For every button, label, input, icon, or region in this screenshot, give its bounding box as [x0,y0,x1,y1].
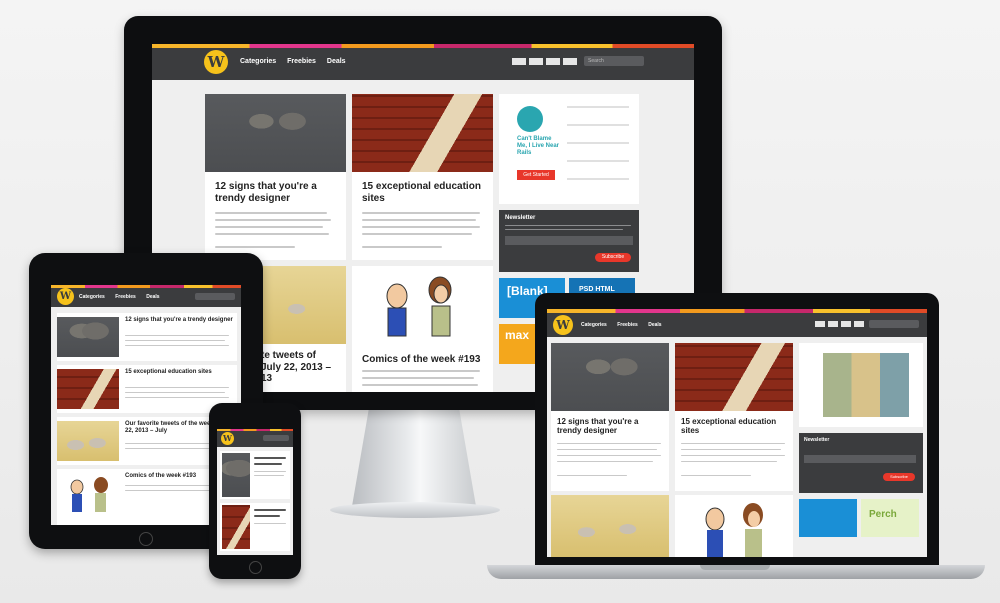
list-item[interactable] [220,503,290,551]
laptop: W Categories Freebies Deals 12 signs tha… [535,293,939,569]
article-card[interactable]: 15 exceptional education sites [675,343,793,491]
newsletter-box: Newsletter Subscribe [499,210,639,272]
article-thumbnail[interactable] [205,94,346,172]
ad-text: Can't Blame Me, I Live Near Rails [517,136,560,157]
perch-ad[interactable]: Perch [861,499,919,537]
nav-item-deals[interactable]: Deals [327,58,346,65]
article-card[interactable] [551,495,669,557]
article-title[interactable]: 15 exceptional education sites [362,181,486,204]
smartphone: W [209,403,301,579]
comic-illustration [705,503,763,557]
site-header: W Categories Freebies Deals [51,285,241,307]
newsletter-subscribe-button[interactable]: Subscribe [595,253,631,262]
article-card[interactable]: 12 signs that you're a trendy designer [551,343,669,491]
newsletter-subscribe-button[interactable]: Subscribe [883,473,915,481]
article-thumbnail[interactable] [352,94,493,172]
search-input[interactable] [195,293,235,300]
list-item[interactable] [220,451,290,499]
newsletter-email-input[interactable] [505,236,633,245]
sidebar: Newsletter Subscribe Perch [799,343,923,557]
newsletter-box: Newsletter Subscribe [799,433,923,493]
newsletter-title: Newsletter [505,215,536,221]
nav-item-deals[interactable]: Deals [146,294,159,300]
site-logo[interactable]: W [204,50,228,74]
nav-item-freebies[interactable]: Freebies [115,294,136,300]
site-header: W Categories Freebies Deals [547,309,927,337]
main-nav: Categories Freebies Deals [79,294,169,300]
article-card[interactable] [675,495,793,557]
list-item[interactable]: 15 exceptional education sites [57,365,237,413]
nav-item-categories[interactable]: Categories [240,58,276,65]
main-nav: Categories Freebies Deals [240,58,355,65]
newsletter-email-input[interactable] [804,455,916,463]
ad-button[interactable]: Get Started [517,170,555,180]
site-header: W [217,429,293,447]
phone-home-button [249,561,262,574]
social-buttons[interactable] [815,321,865,327]
search-input[interactable]: Search [584,56,644,66]
nav-item-freebies[interactable]: Freebies [617,322,638,328]
nav-item-categories[interactable]: Categories [581,322,607,328]
ad-thumbnails [567,102,629,196]
list-item[interactable]: 12 signs that you're a trendy designer [57,313,237,361]
laptop-screen: W Categories Freebies Deals 12 signs tha… [547,309,927,557]
sidebar-ad-box[interactable]: Can't Blame Me, I Live Near Rails Get St… [499,94,639,204]
nav-item-freebies[interactable]: Freebies [287,58,316,65]
tablet-home-button [139,532,153,546]
article-title[interactable]: Comics of the week #193 [362,354,486,366]
main-nav: Categories Freebies Deals [581,322,671,328]
article-thumbnail[interactable] [352,266,493,344]
blank-ad[interactable] [799,499,857,537]
article-card[interactable]: 12 signs that you're a trendy designer [205,94,346,260]
site-logo[interactable]: W [221,432,234,445]
nav-item-categories[interactable]: Categories [79,294,105,300]
laptop-notch [700,565,770,570]
responsive-mockup-scene: W Categories Freebies Deals Search 12 si… [0,0,1000,603]
sidebar-ad-box[interactable] [799,343,923,427]
article-card[interactable]: 15 exceptional education sites [352,94,493,260]
site-logo[interactable]: W [57,288,74,305]
nav-item-deals[interactable]: Deals [648,322,661,328]
monitor-stand [351,410,477,512]
search-input[interactable] [263,435,289,441]
article-card[interactable]: Comics of the week #193 [352,266,493,392]
comic-illustration [386,276,452,337]
social-buttons[interactable] [512,58,580,65]
search-input[interactable] [869,320,919,328]
monitor-base [330,502,500,518]
article-title[interactable]: 12 signs that you're a trendy designer [215,181,335,204]
site-header: W Categories Freebies Deals Search [152,44,694,80]
site-logo[interactable]: W [553,315,573,335]
article-title-partial[interactable]: te tweets of July 22, 2013 – 13 [261,350,345,385]
ad-logo [517,106,543,132]
phone-screen: W [217,429,293,555]
